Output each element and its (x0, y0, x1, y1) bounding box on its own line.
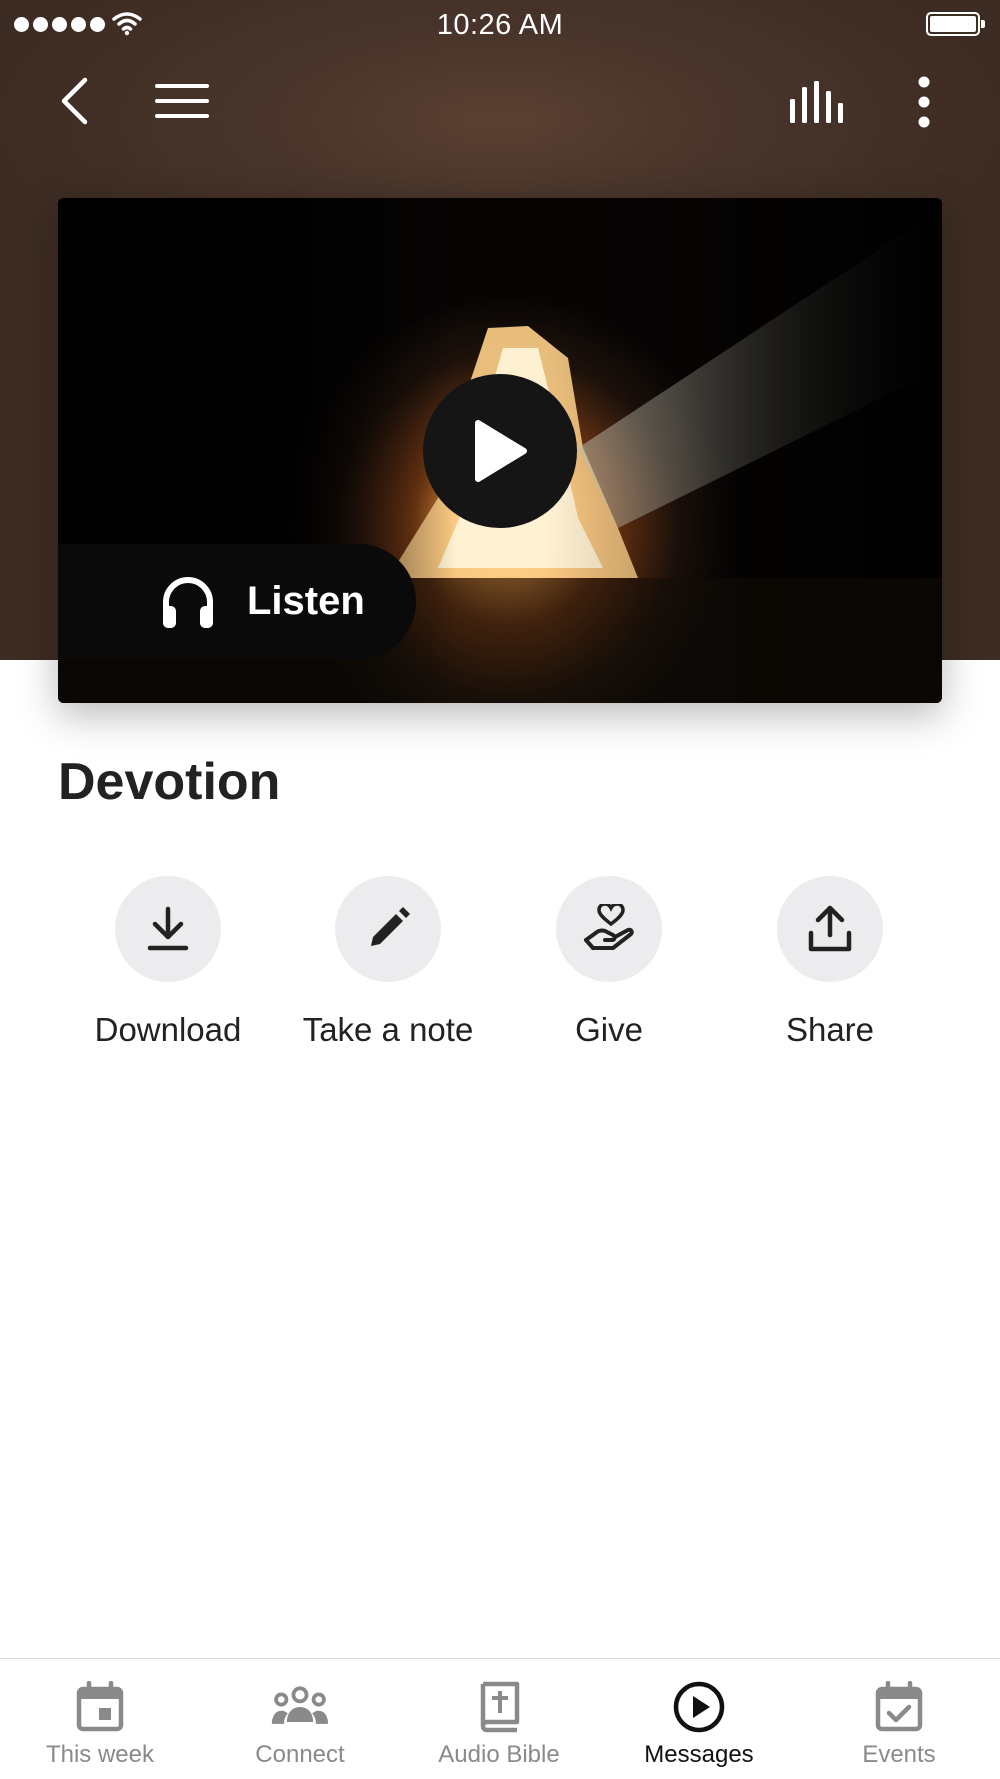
calendar-check-icon (869, 1677, 929, 1737)
give-button[interactable]: Give (499, 876, 719, 1056)
tab-this-week-label: This week (45, 1741, 155, 1768)
tab-messages[interactable]: Messages (599, 1659, 799, 1779)
chevron-left-icon (61, 77, 88, 125)
bible-book-icon (469, 1677, 529, 1737)
share-label: Share (785, 1011, 875, 1048)
take-a-note-button[interactable]: Take a note (278, 876, 498, 1056)
share-button[interactable]: Share (720, 876, 940, 1056)
share-icon-circle (777, 876, 883, 982)
download-icon-circle (115, 876, 221, 982)
download-icon (147, 906, 189, 951)
hamburger-menu-icon (155, 84, 209, 118)
listen-label: Listen (247, 579, 365, 623)
tab-connect-label: Connect (255, 1741, 345, 1768)
take-a-note-label: Take a note (302, 1011, 474, 1048)
audio-visualizer-button[interactable] (784, 76, 850, 128)
download-label: Download (94, 1011, 242, 1048)
listen-button[interactable]: Listen (58, 544, 416, 659)
play-circle-icon (669, 1677, 729, 1737)
note-icon-circle (335, 876, 441, 982)
menu-button[interactable] (150, 76, 214, 126)
download-button[interactable]: Download (58, 876, 278, 1056)
tab-connect[interactable]: Connect (200, 1659, 400, 1779)
people-group-icon (270, 1677, 330, 1737)
give-heart-hand-icon (584, 904, 634, 950)
pencil-icon (371, 907, 410, 946)
more-options-button[interactable] (902, 72, 946, 132)
play-icon (475, 420, 527, 482)
tab-events-label: Events (862, 1741, 936, 1768)
share-upload-icon (808, 905, 852, 952)
tab-messages-label: Messages (644, 1741, 754, 1768)
status-time: 10:26 AM (436, 9, 564, 41)
media-thumbnail-card[interactable]: Listen (58, 198, 942, 703)
tab-bar: This week Connect Audio Bible Messages E… (0, 1658, 1000, 1778)
page-title: Devotion (58, 753, 281, 811)
tab-this-week[interactable]: This week (0, 1659, 200, 1779)
tab-events[interactable]: Events (799, 1659, 999, 1779)
vertical-dots-icon (918, 76, 930, 128)
status-bar: 10:26 AM (0, 0, 1000, 50)
tab-audio-bible[interactable]: Audio Bible (399, 1659, 599, 1779)
headphones-icon (163, 577, 213, 628)
battery-icon (926, 12, 985, 36)
audio-bars-icon (790, 81, 843, 123)
give-label: Give (575, 1011, 643, 1048)
back-button[interactable] (46, 70, 102, 132)
calendar-icon (70, 1677, 130, 1737)
tab-audio-bible-label: Audio Bible (438, 1741, 560, 1768)
play-button[interactable] (423, 374, 577, 528)
give-icon-circle (556, 876, 662, 982)
